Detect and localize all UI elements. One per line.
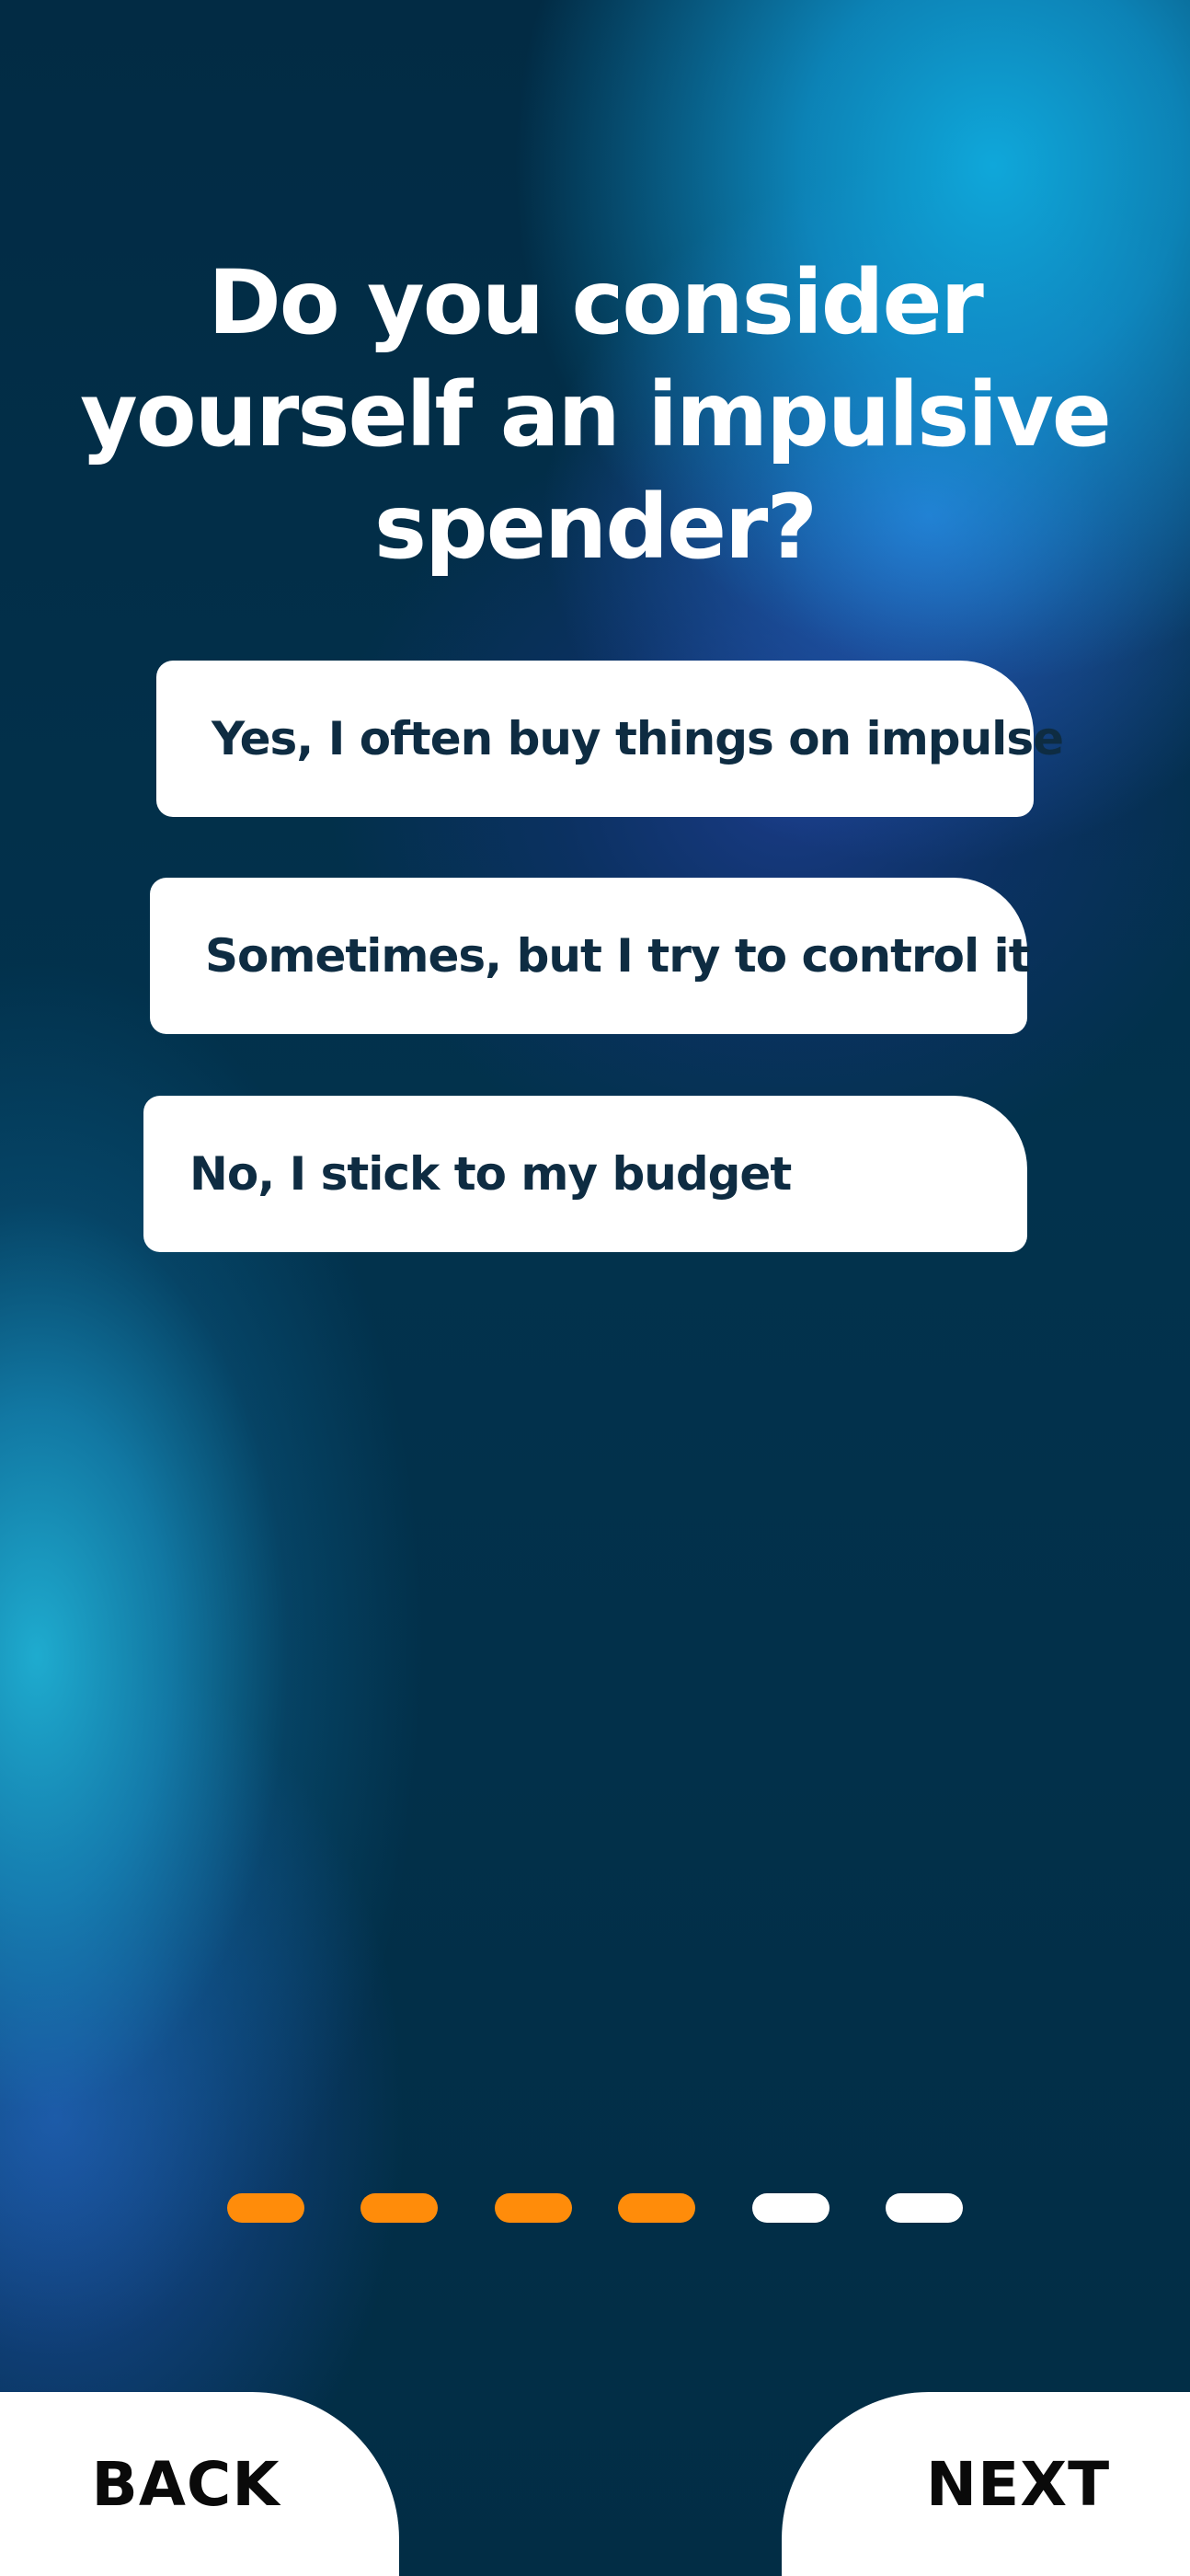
answer-option-label: No, I stick to my budget <box>189 1147 792 1201</box>
progress-step-3 <box>495 2193 572 2223</box>
progress-indicator <box>0 2193 1190 2223</box>
answer-option-yes[interactable]: Yes, I often buy things on impulse <box>156 661 1064 817</box>
progress-step-6 <box>886 2193 963 2223</box>
answer-option-label: Yes, I often buy things on impulse <box>212 712 1064 765</box>
answer-option-sometimes[interactable]: Sometimes, but I try to control it <box>150 878 1031 1034</box>
answer-option-no[interactable]: No, I stick to my budget <box>143 1096 1027 1252</box>
progress-step-4 <box>618 2193 695 2223</box>
next-button[interactable]: NEXT <box>782 2392 1190 2576</box>
progress-step-2 <box>360 2193 438 2223</box>
progress-step-5 <box>752 2193 830 2223</box>
back-button-label: BACK <box>91 2448 280 2520</box>
answer-option-label: Sometimes, but I try to control it <box>205 929 1031 983</box>
question-title: Do you consider yourself an impulsive sp… <box>80 251 1112 579</box>
progress-step-1 <box>227 2193 304 2223</box>
next-button-label: NEXT <box>925 2448 1111 2520</box>
